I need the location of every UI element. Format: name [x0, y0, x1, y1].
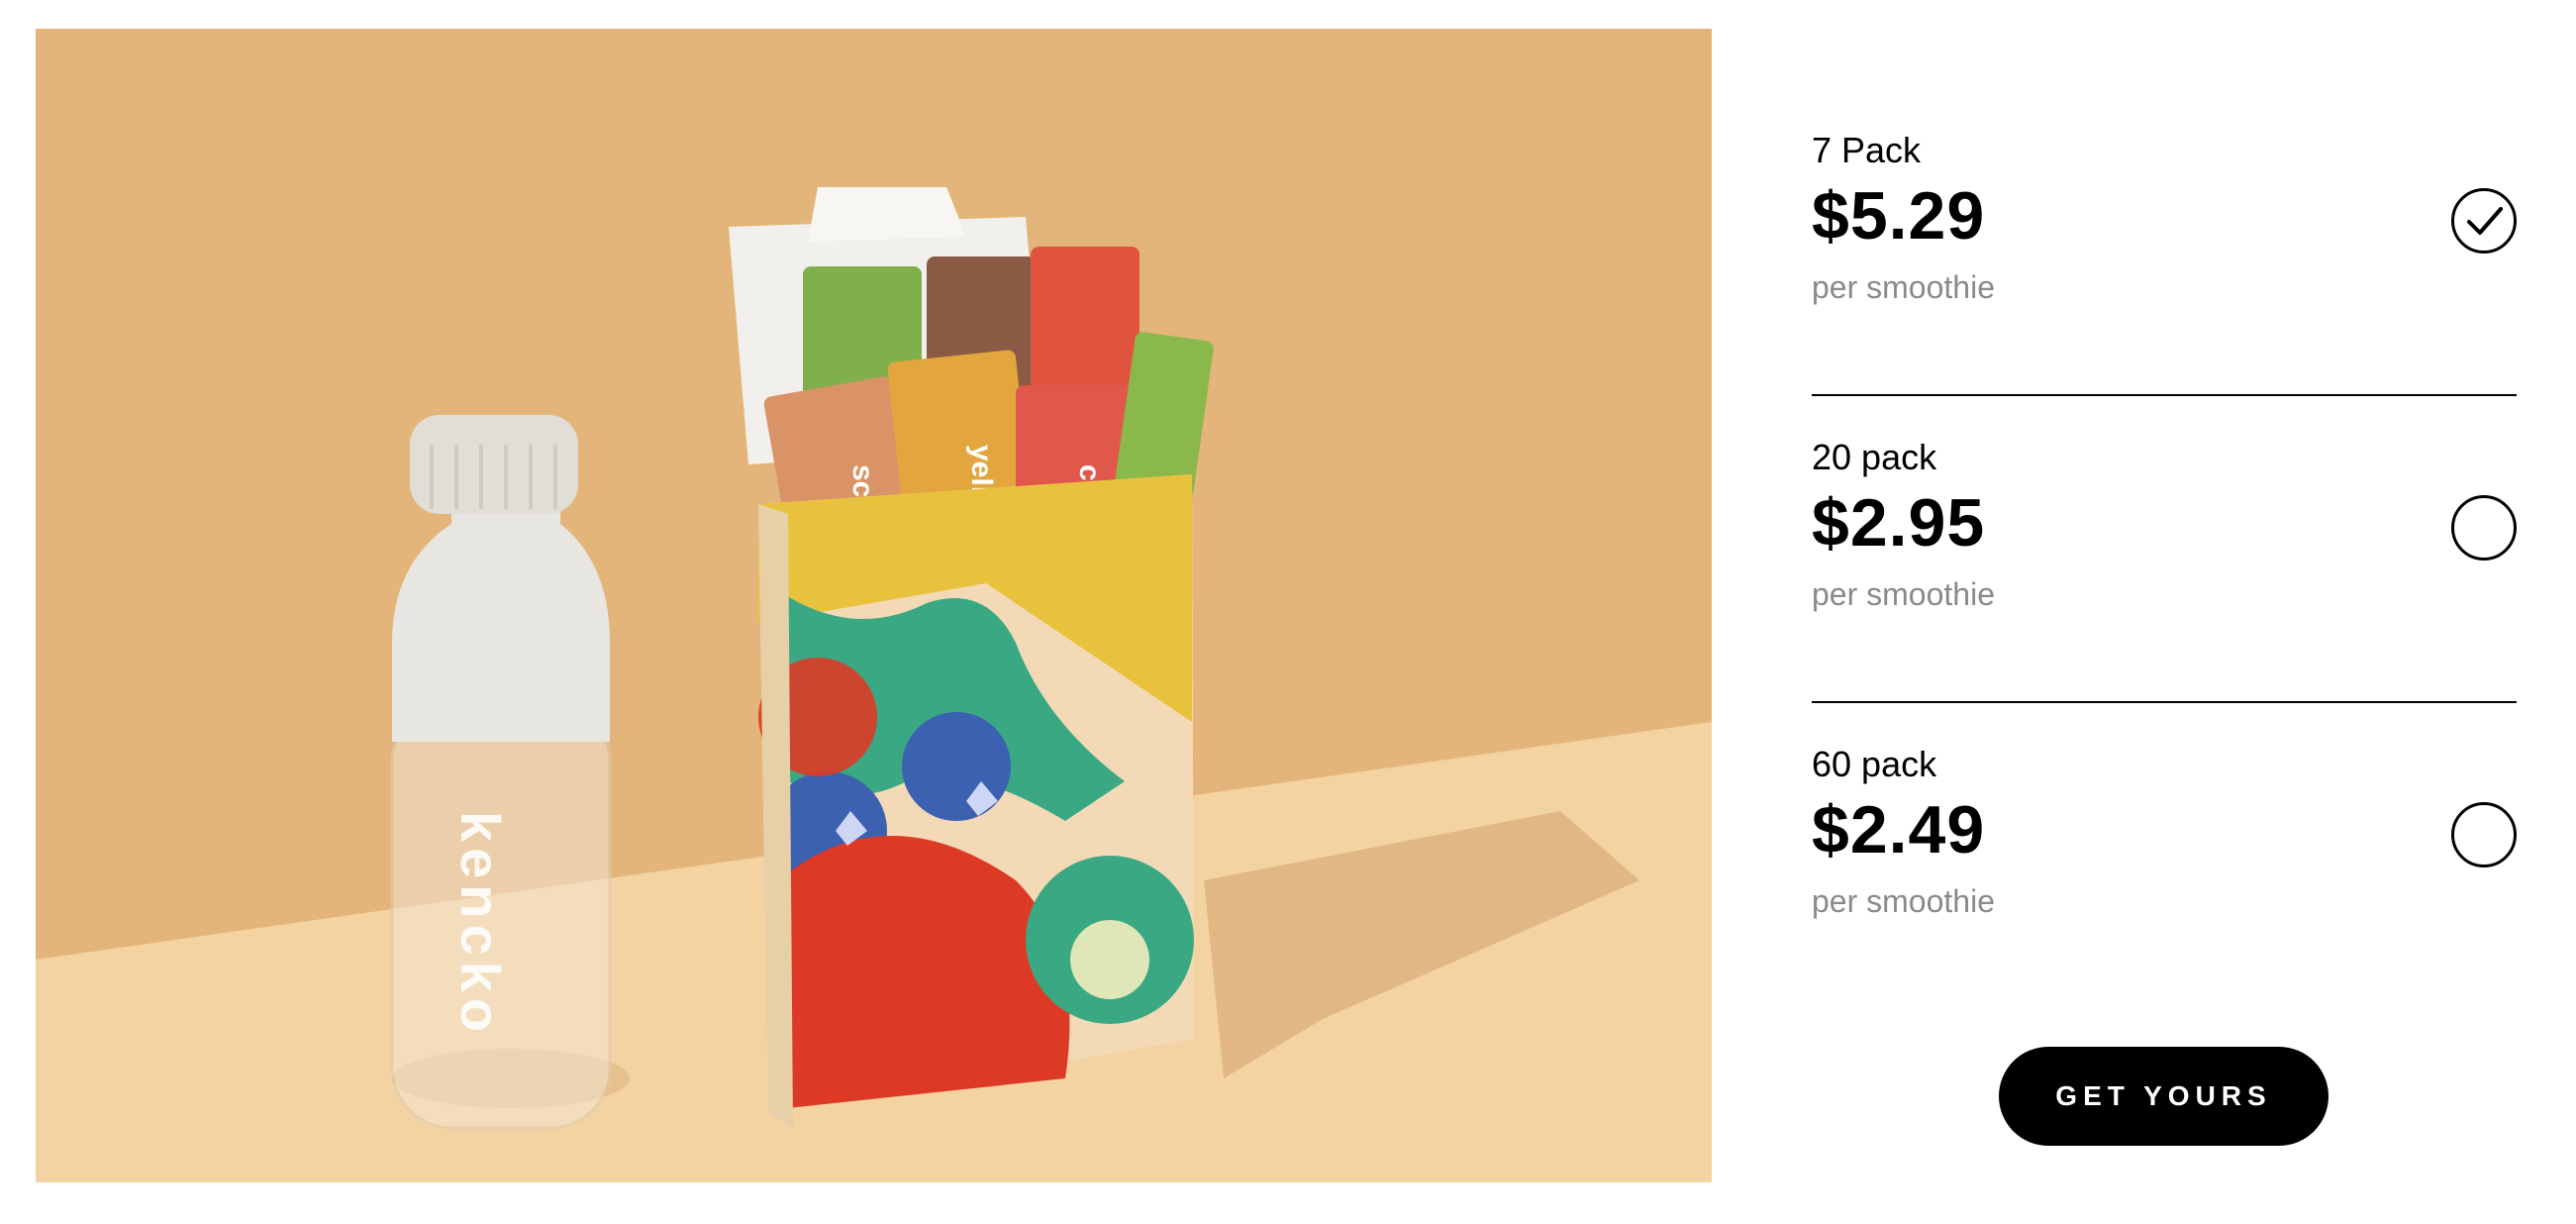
pack-unit: per smoothie — [1812, 269, 1995, 305]
pack-name: 60 pack — [1812, 744, 1937, 784]
pack-option-7[interactable]: 7 Pack $5.29 per smoothie — [1812, 129, 2517, 376]
pack-name: 20 pack — [1812, 437, 1937, 477]
check-icon — [2467, 207, 2503, 235]
pack-name: 7 Pack — [1812, 130, 1922, 170]
divider — [1812, 701, 2517, 703]
product-photo: kencko scarlets yellows corals — [36, 29, 1712, 1182]
get-yours-button[interactable]: GET YOURS — [1999, 1047, 2328, 1146]
radio-selected[interactable] — [2451, 188, 2517, 254]
radio-unselected[interactable] — [2451, 802, 2517, 867]
divider — [1812, 394, 2517, 396]
pack-price: $2.95 — [1812, 485, 1986, 561]
pack-unit: per smoothie — [1812, 576, 1995, 612]
pack-price: $2.49 — [1812, 792, 1986, 867]
bottle-brand-text: kencko — [449, 811, 512, 1038]
pack-option-20[interactable]: 20 pack $2.95 per smoothie — [1812, 436, 2517, 683]
radio-unselected[interactable] — [2451, 495, 2517, 561]
pack-unit: per smoothie — [1812, 883, 1995, 919]
pack-option-60[interactable]: 60 pack $2.49 per smoothie — [1812, 743, 2517, 990]
pricing-panel: 7 Pack $5.29 per smoothie 20 pack $2.95 … — [1812, 0, 2517, 1224]
pack-price: $5.29 — [1812, 178, 1986, 254]
